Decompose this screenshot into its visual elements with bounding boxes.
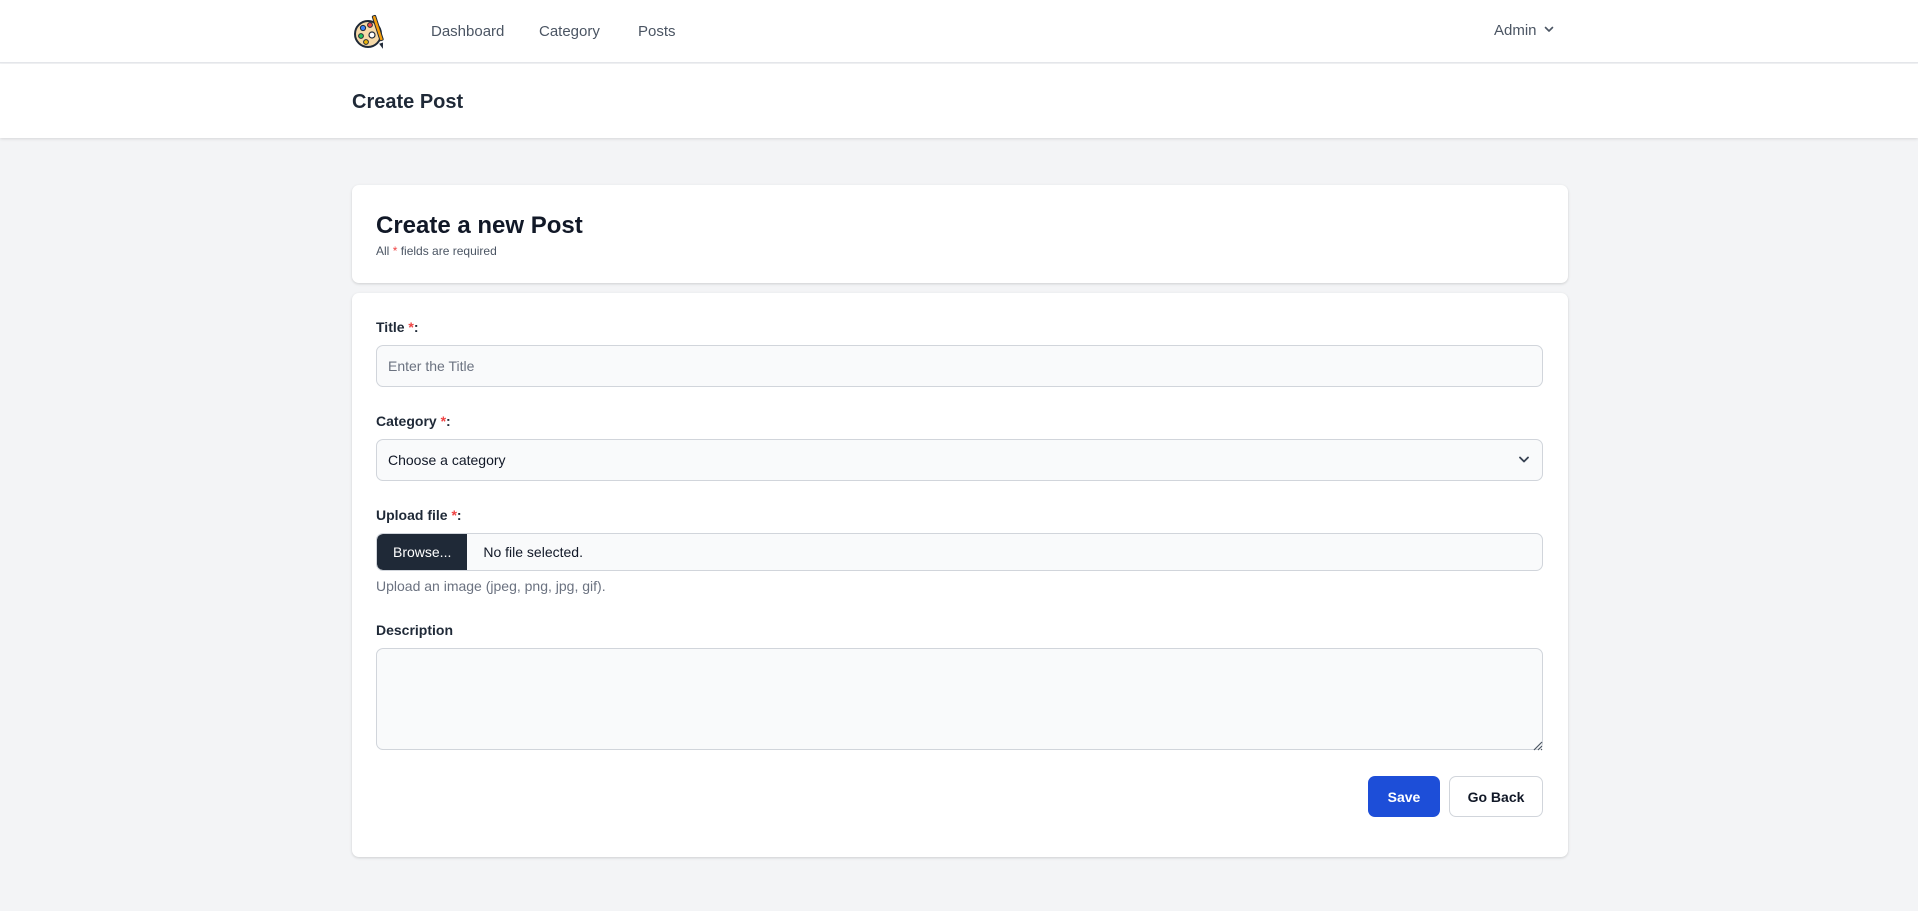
go-back-button[interactable]: Go Back — [1449, 776, 1543, 817]
user-menu[interactable]: Admin — [1494, 22, 1555, 39]
nav-link-posts[interactable]: Posts — [638, 23, 676, 41]
category-selected-value: Choose a category — [388, 452, 506, 468]
upload-help-text: Upload an image (jpeg, png, jpg, gif). — [376, 578, 606, 594]
file-upload-input[interactable]: Browse... No file selected. — [376, 533, 1543, 571]
page-title: Create Post — [352, 91, 464, 113]
description-textarea[interactable] — [376, 648, 1543, 750]
description-label: Description — [376, 622, 454, 638]
top-navbar: Dashboard Category Posts Admin — [0, 0, 1918, 63]
create-post-form: Title *: Category *: Choose a category U… — [352, 293, 1568, 857]
required-note-suffix: fields are required — [400, 244, 497, 258]
required-note-prefix: All — [376, 244, 390, 258]
resize-grip-icon[interactable] — [1531, 738, 1543, 751]
chevron-down-icon — [1517, 452, 1531, 469]
upload-label: Upload file *: — [376, 506, 462, 524]
title-label: Title *: — [376, 318, 419, 336]
label-colon: : — [413, 319, 419, 335]
browse-button[interactable]: Browse... — [377, 534, 468, 570]
page-header: Create Post — [0, 64, 1918, 138]
required-note: All * fields are required — [376, 244, 497, 258]
upload-label-text: Upload file — [376, 507, 448, 523]
title-input[interactable] — [376, 345, 1543, 387]
chevron-down-icon — [1543, 22, 1555, 39]
category-select[interactable]: Choose a category — [376, 439, 1543, 481]
nav-link-category[interactable]: Category — [539, 23, 600, 41]
file-status: No file selected. — [483, 544, 583, 560]
form-heading: Create a new Post — [376, 212, 583, 239]
label-colon: : — [446, 413, 451, 429]
category-label: Category *: — [376, 412, 451, 430]
label-colon: : — [456, 507, 462, 523]
save-button[interactable]: Save — [1368, 776, 1440, 817]
required-mark: * — [392, 244, 398, 258]
palette-logo-icon[interactable] — [353, 13, 386, 50]
form-header-card: Create a new Post All * fields are requi… — [352, 185, 1568, 283]
category-label-text: Category — [376, 413, 437, 429]
nav-link-dashboard[interactable]: Dashboard — [431, 23, 504, 41]
title-label-text: Title — [376, 319, 405, 335]
user-name: Admin — [1494, 22, 1537, 39]
